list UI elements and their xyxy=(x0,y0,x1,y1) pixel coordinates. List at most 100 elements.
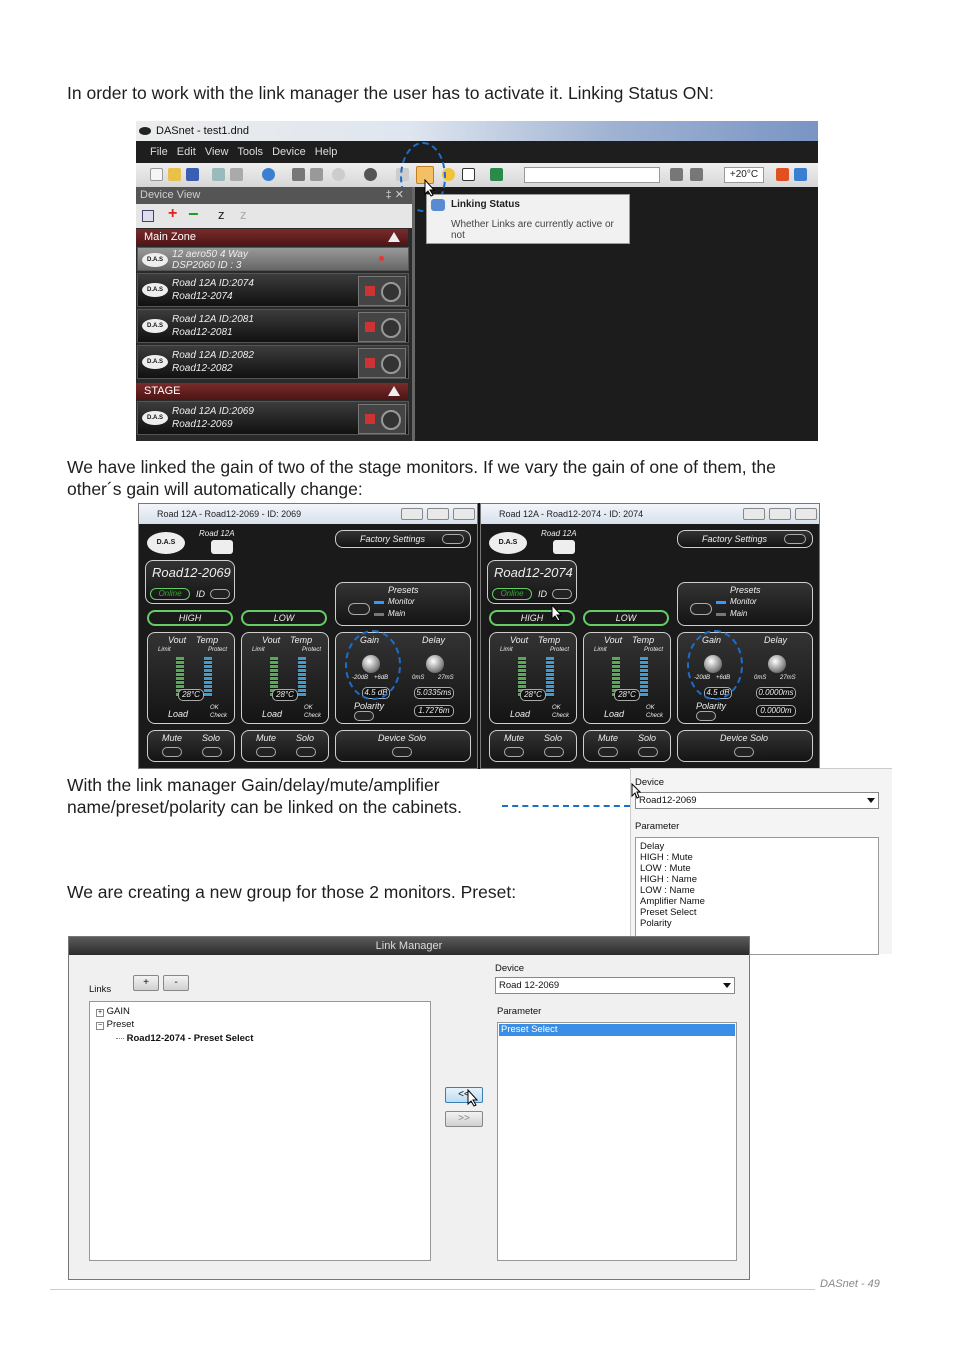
factory-settings-box[interactable]: Factory Settings xyxy=(335,530,471,548)
device-row-2081[interactable]: D.A.S Road 12A ID:2081 Road12-2081 xyxy=(137,309,409,343)
solo-button[interactable] xyxy=(638,747,658,757)
dropdown-arrow-icon[interactable] xyxy=(723,983,731,988)
minimize-icon[interactable] xyxy=(401,508,423,520)
list-item[interactable]: Polarity xyxy=(640,918,874,929)
collapse-icon[interactable] xyxy=(388,232,400,242)
zone-main[interactable]: Main Zone xyxy=(136,229,408,246)
device-select[interactable]: Road12-2069 xyxy=(635,792,879,809)
menu-device[interactable]: Device xyxy=(272,146,306,158)
mute-button[interactable] xyxy=(256,747,276,757)
help-icon[interactable] xyxy=(262,168,275,181)
paste-icon[interactable] xyxy=(230,168,243,181)
menu-view[interactable]: View xyxy=(205,146,229,158)
delay-m-value[interactable]: 1.7276m xyxy=(414,705,454,717)
mode-d-icon[interactable] xyxy=(462,168,475,181)
delay-knob[interactable] xyxy=(426,655,444,673)
device-solo-button[interactable] xyxy=(734,747,754,757)
mute-button[interactable] xyxy=(504,747,524,757)
delay-ms-value[interactable]: 5.0335ms xyxy=(414,687,454,699)
blue-bar-icon[interactable] xyxy=(794,168,807,181)
parameter-selected-item[interactable]: Preset Select xyxy=(499,1024,735,1036)
temperature-field[interactable]: +20°C xyxy=(724,167,764,183)
minimize-icon[interactable] xyxy=(743,508,765,520)
dropdown-arrow-icon[interactable] xyxy=(867,798,875,803)
maximize-icon[interactable] xyxy=(769,508,791,520)
device-select[interactable]: Road 12-2069 xyxy=(495,977,735,994)
new-file-icon[interactable] xyxy=(150,168,163,181)
delay-m-value[interactable]: 0.0000m xyxy=(756,705,796,717)
mute-button[interactable] xyxy=(162,747,182,757)
collapse-icon[interactable] xyxy=(388,386,400,396)
id-button[interactable] xyxy=(552,589,572,599)
layout-icon[interactable] xyxy=(690,168,703,181)
list-item[interactable]: Delay xyxy=(640,841,874,852)
list-item[interactable]: HIGH : Name xyxy=(640,874,874,885)
open-folder-icon[interactable] xyxy=(168,168,181,181)
links-tree[interactable]: + GAIN − Preset Road12-2074 - Preset Sel… xyxy=(89,1001,431,1261)
device-solo-button[interactable] xyxy=(392,747,412,757)
device-row-2082[interactable]: D.A.S Road 12A ID:2082 Road12-2082 xyxy=(137,345,409,379)
low-channel-pill[interactable]: LOW xyxy=(241,610,327,626)
close-icon[interactable] xyxy=(453,508,475,520)
record-icon[interactable] xyxy=(364,168,377,181)
delay-ms-value[interactable]: 0.0000ms xyxy=(756,687,796,699)
solo-button[interactable] xyxy=(296,747,316,757)
maximize-icon[interactable] xyxy=(427,508,449,520)
mute-button[interactable] xyxy=(598,747,618,757)
factory-settings-button[interactable] xyxy=(784,534,806,544)
list-item[interactable]: HIGH : Mute xyxy=(640,852,874,863)
list-item[interactable]: LOW : Name xyxy=(640,885,874,896)
zone-stage[interactable]: STAGE xyxy=(136,383,408,400)
device-list-icon[interactable] xyxy=(310,168,323,181)
preset-button[interactable] xyxy=(348,603,370,615)
wireless-icon[interactable] xyxy=(332,168,345,181)
list-item[interactable]: Preset Select xyxy=(640,907,874,918)
remove-icon[interactable]: − xyxy=(188,204,199,225)
back-arrow-button[interactable] xyxy=(553,540,575,554)
grid-icon[interactable] xyxy=(670,168,683,181)
parameter-listbox[interactable]: Preset Select xyxy=(497,1022,737,1261)
low-channel-pill[interactable]: LOW xyxy=(583,610,669,626)
menu-help[interactable]: Help xyxy=(315,146,338,158)
temperature-value: 28°C xyxy=(272,689,298,701)
back-arrow-button[interactable] xyxy=(211,540,233,554)
device-row-2069[interactable]: D.A.S Road 12A ID:2069 Road12-2069 xyxy=(137,401,409,435)
expand-icon[interactable]: + xyxy=(96,1009,104,1017)
tree-node-child[interactable]: Road12-2074 - Preset Select xyxy=(116,1033,253,1044)
delay-knob[interactable] xyxy=(768,655,786,673)
solo-button[interactable] xyxy=(202,747,222,757)
remove-link-button[interactable]: - xyxy=(163,975,189,991)
list-item[interactable]: Amplifier Name xyxy=(640,896,874,907)
close-icon[interactable] xyxy=(795,508,817,520)
move-right-button[interactable]: >> xyxy=(445,1111,483,1127)
polarity-button[interactable] xyxy=(354,711,374,721)
copy-icon[interactable] xyxy=(212,168,225,181)
factory-settings-button[interactable] xyxy=(442,534,464,544)
id-button[interactable] xyxy=(210,589,230,599)
list-item[interactable]: LOW : Mute xyxy=(640,863,874,874)
menu-tools[interactable]: Tools xyxy=(237,146,263,158)
menu-file[interactable]: File xyxy=(150,146,168,158)
tree-node-preset[interactable]: − Preset xyxy=(96,1019,134,1030)
device-row-2074[interactable]: D.A.S Road 12A ID:2074 Road12-2074 xyxy=(137,273,409,307)
sort-icon[interactable]: z xyxy=(218,207,225,222)
factory-settings-box[interactable]: Factory Settings xyxy=(677,530,813,548)
image-icon[interactable] xyxy=(490,168,503,181)
add-icon[interactable]: + xyxy=(168,205,177,223)
list-icon[interactable] xyxy=(142,210,154,222)
add-red-icon[interactable] xyxy=(776,168,789,181)
preset-button[interactable] xyxy=(690,603,712,615)
menu-edit[interactable]: Edit xyxy=(177,146,196,158)
save-icon[interactable] xyxy=(186,168,199,181)
solo-button[interactable] xyxy=(544,747,564,757)
device-row-dsp[interactable]: D.A.S 12 aero50 4 Way DSP2060 ID : 3 xyxy=(137,247,409,271)
high-channel-pill[interactable]: HIGH xyxy=(147,610,233,626)
panel-splitter[interactable] xyxy=(412,187,415,441)
device-search-field[interactable] xyxy=(524,167,660,183)
collapse-icon[interactable]: − xyxy=(96,1022,104,1030)
tree-node-gain[interactable]: + GAIN xyxy=(96,1006,130,1017)
add-link-button[interactable]: + xyxy=(133,975,159,991)
network-icon[interactable] xyxy=(292,168,305,181)
panel-pin-close[interactable]: ‡ ✕ xyxy=(386,187,404,204)
polarity-button[interactable] xyxy=(696,711,716,721)
